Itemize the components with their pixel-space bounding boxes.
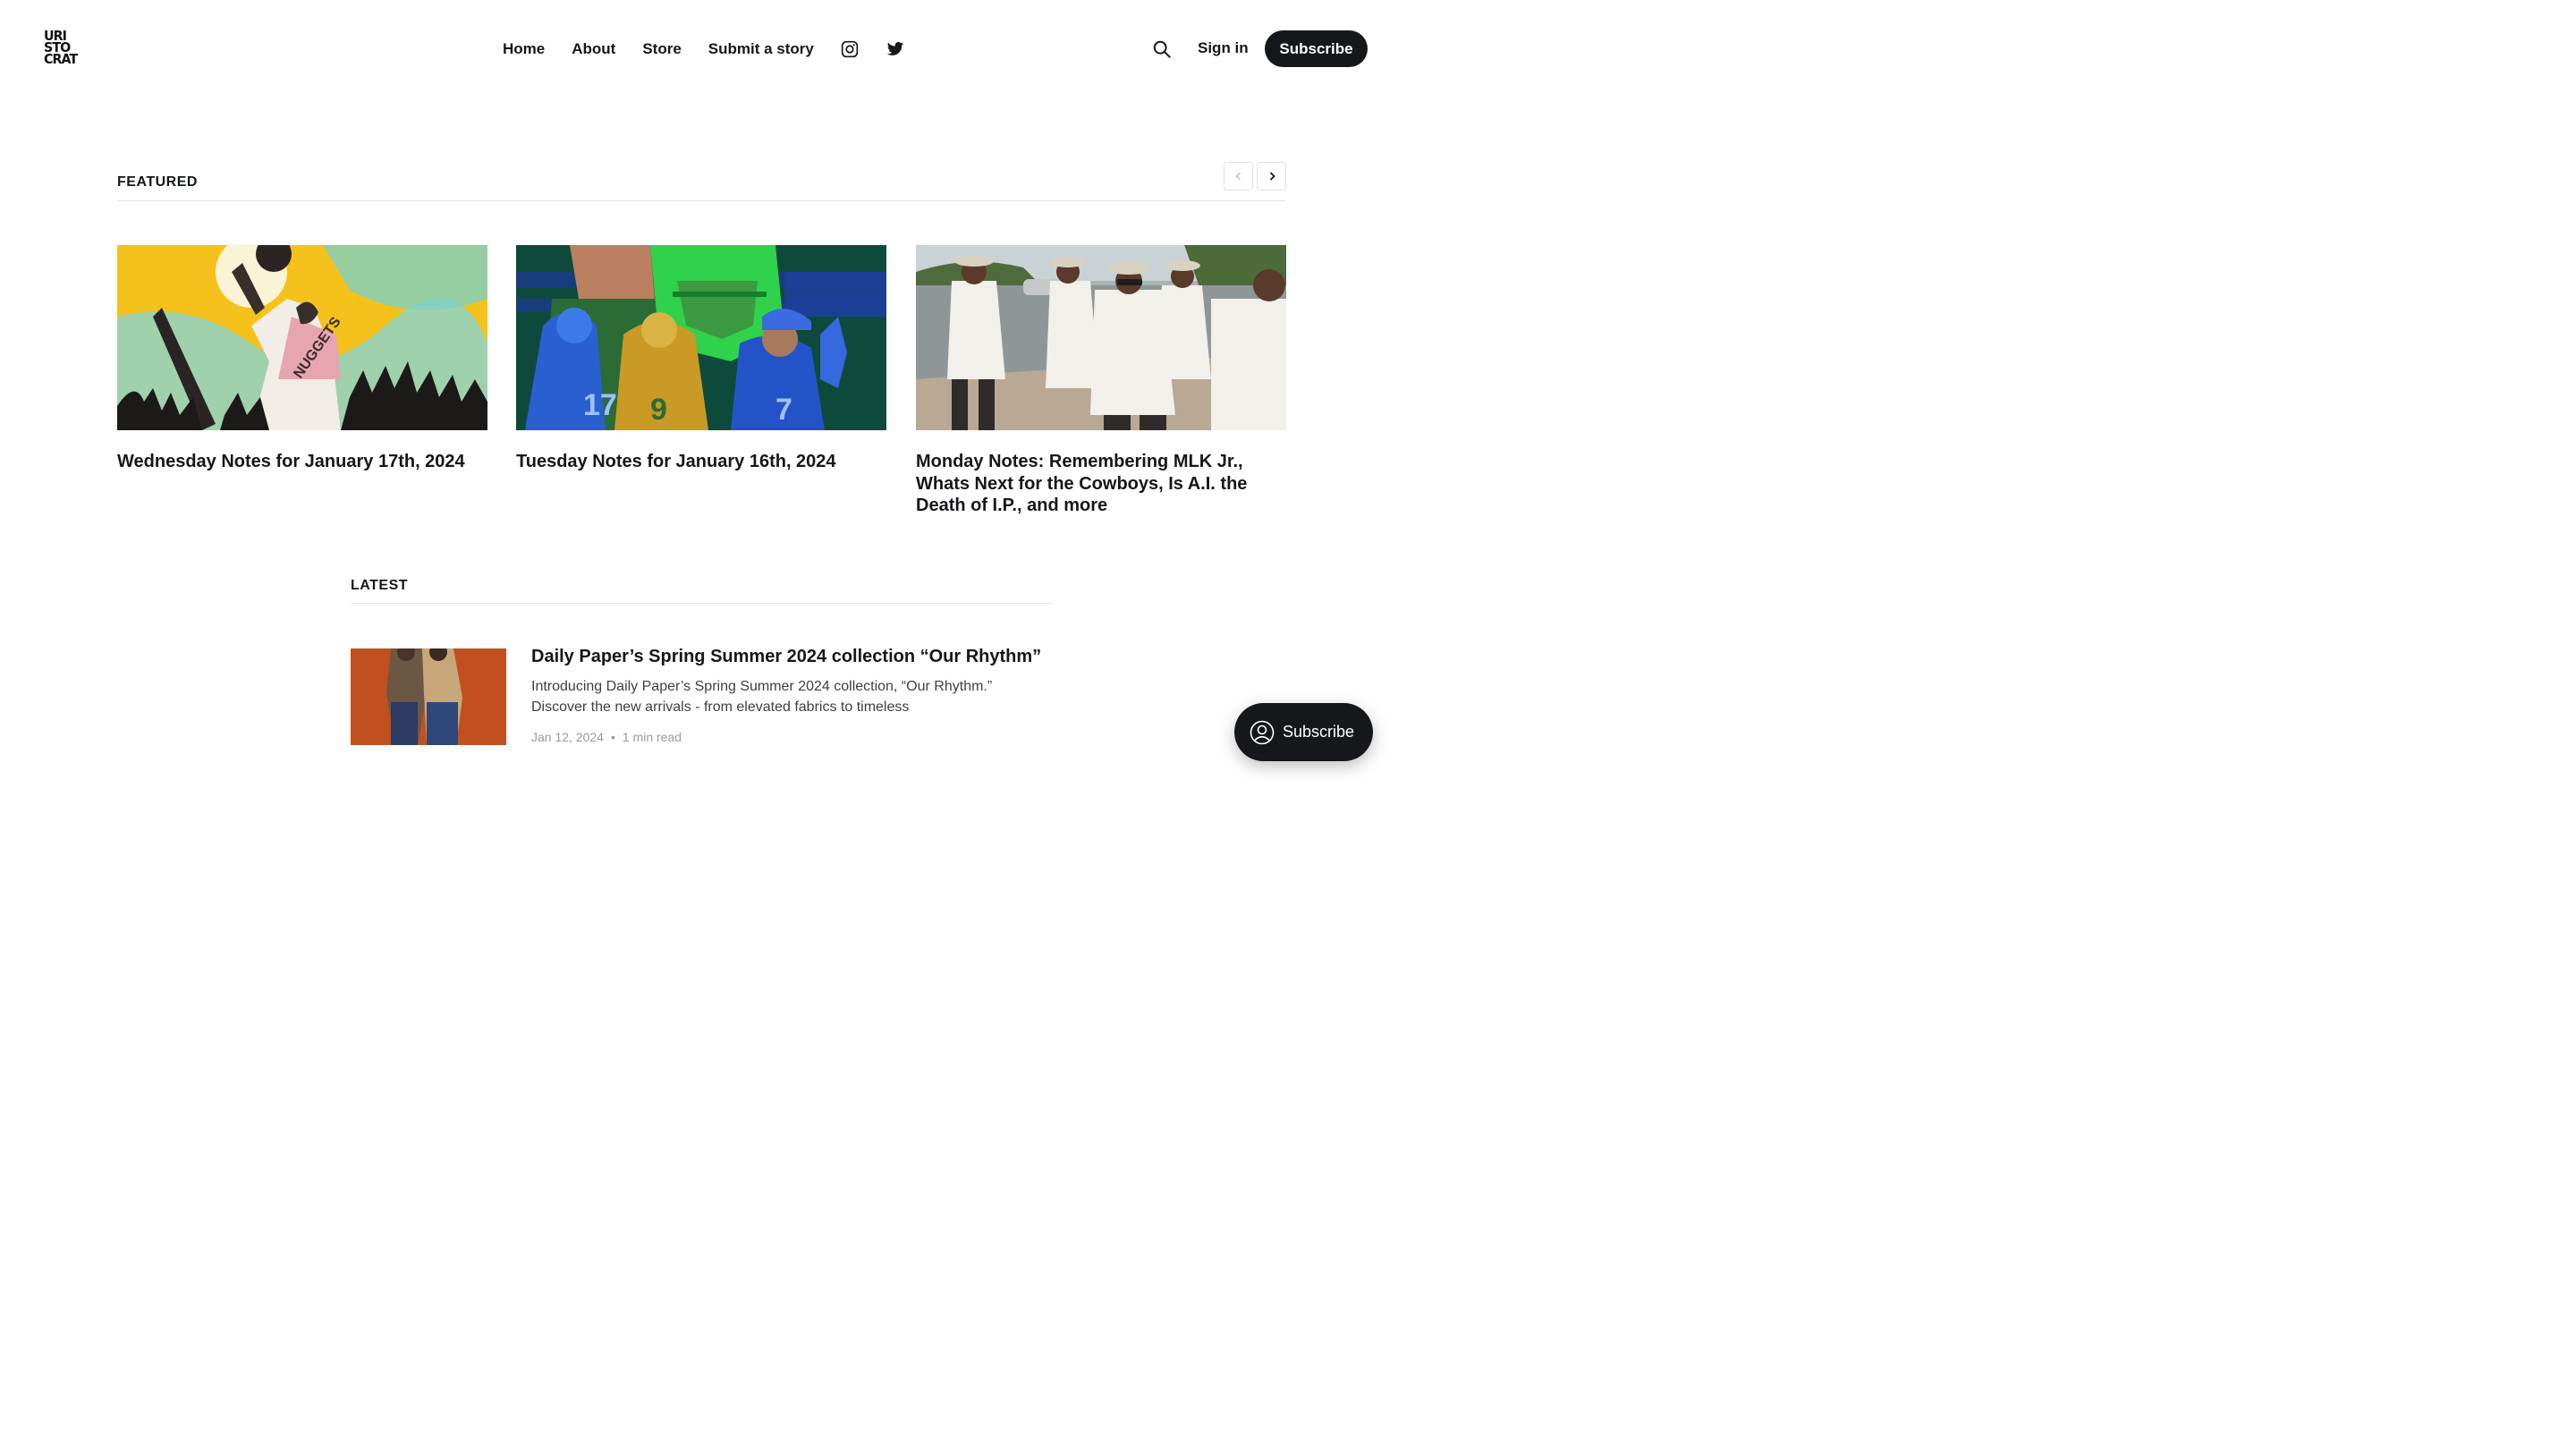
post-meta: Jan 12, 2024 • 1 min read	[531, 730, 682, 744]
featured-card-image[interactable]	[916, 245, 1286, 430]
nav-about[interactable]: About	[572, 40, 615, 58]
nav-submit-story[interactable]: Submit a story	[708, 40, 814, 58]
post-image[interactable]	[351, 648, 506, 745]
featured-card[interactable]: 17 9 7 Tuesday Notes for January 16th, 2…	[516, 245, 886, 473]
floating-subscribe-label: Subscribe	[1283, 723, 1355, 741]
search-icon[interactable]	[1152, 39, 1172, 59]
logo-line: CRAT	[44, 51, 78, 67]
floating-subscribe-button[interactable]: Subscribe	[1234, 703, 1373, 761]
twitter-icon[interactable]	[886, 40, 905, 58]
chevron-right-icon	[1269, 172, 1275, 181]
meta-separator: •	[610, 730, 615, 744]
featured-heading: FEATURED	[117, 174, 198, 190]
latest-divider	[351, 603, 1052, 604]
featured-card[interactable]: Monday Notes: Remembering MLK Jr., Whats…	[916, 245, 1286, 517]
featured-card-title[interactable]: Wednesday Notes for January 17th, 2024	[117, 451, 487, 473]
carousel-next-button[interactable]	[1257, 162, 1286, 191]
instagram-icon[interactable]	[841, 40, 859, 58]
post-read-time: 1 min read	[622, 730, 682, 744]
latest-heading: LATEST	[351, 578, 409, 593]
sign-in-link[interactable]: Sign in	[1198, 39, 1249, 57]
latest-post[interactable]: Daily Paper’s Spring Summer 2024 collect…	[351, 647, 1052, 747]
svg-text:7: 7	[775, 393, 792, 427]
featured-card-image[interactable]: NUGGETS	[117, 245, 487, 430]
user-circle-icon	[1250, 720, 1275, 744]
carousel-prev-button[interactable]	[1224, 162, 1253, 191]
nav-store[interactable]: Store	[642, 40, 681, 58]
subscribe-button[interactable]: Subscribe	[1265, 30, 1368, 67]
post-excerpt: Introducing Daily Paper’s Spring Summer …	[531, 679, 993, 715]
post-title[interactable]: Daily Paper’s Spring Summer 2024 collect…	[531, 647, 1041, 667]
social-links	[841, 40, 905, 58]
featured-card-title[interactable]: Tuesday Notes for January 16th, 2024	[516, 451, 886, 473]
main-nav: Home About Store Submit a story	[503, 39, 905, 59]
post-date: Jan 12, 2024	[531, 730, 604, 744]
chevron-left-icon	[1234, 172, 1241, 181]
featured-divider	[117, 200, 1285, 201]
featured-card-title[interactable]: Monday Notes: Remembering MLK Jr., Whats…	[916, 451, 1286, 517]
site-logo[interactable]: URI STO CRAT	[44, 30, 78, 68]
featured-card-image[interactable]: 17 9 7	[516, 245, 886, 430]
svg-text:9: 9	[650, 393, 667, 427]
svg-text:17: 17	[583, 388, 617, 422]
featured-card[interactable]: NUGGETS Wednesday Notes for January 17th…	[117, 245, 487, 473]
nav-home[interactable]: Home	[503, 40, 545, 58]
